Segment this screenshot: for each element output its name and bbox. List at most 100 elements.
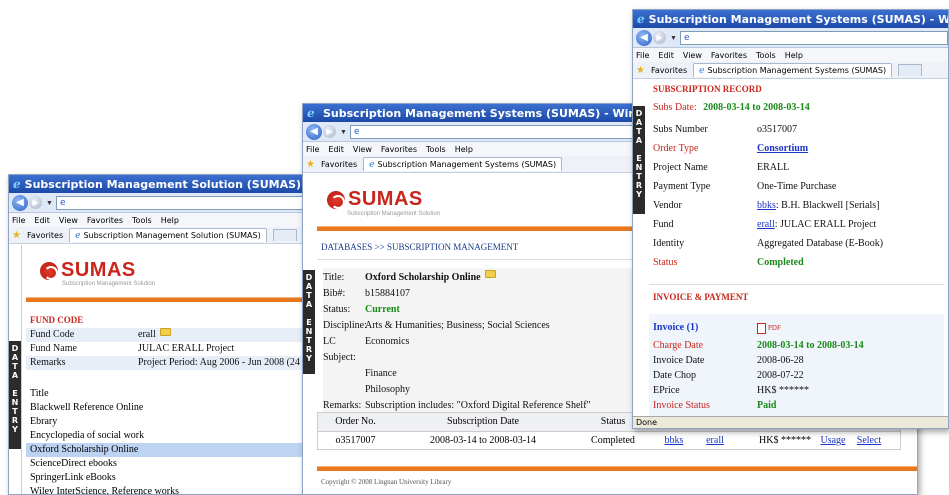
new-tab-button[interactable] — [898, 64, 923, 76]
data-entry-strip: DATAENTRY — [9, 341, 21, 449]
record-row: Vendor bbks : B.H. Blackwell [Serials] — [653, 196, 944, 215]
title-bar[interactable]: ℯ Subscription Management Systems (SUMAS… — [633, 10, 948, 28]
menu-favorites[interactable]: Favorites — [381, 145, 417, 154]
logo-subtitle: Subscription Management Solution — [347, 211, 441, 217]
menu-help[interactable]: Help — [455, 145, 473, 154]
vendor-link[interactable]: bbks — [653, 432, 695, 449]
list-item-selected[interactable]: Oxford Scholarship Online — [26, 443, 305, 457]
select-link[interactable]: Select — [851, 432, 887, 449]
invoice-link[interactable]: Invoice (1) — [653, 318, 757, 338]
section-heading: FUND CODE — [30, 315, 84, 325]
window-title: Subscription Management Systems (SUMAS) … — [648, 12, 948, 26]
address-bar[interactable]: e — [55, 195, 307, 210]
record-details: Title: Oxford Scholarship Online Bib#: b… — [323, 268, 643, 416]
menu-favorites[interactable]: Favorites — [711, 51, 747, 60]
sumas-logo-icon — [327, 190, 345, 209]
menu-help[interactable]: Help — [161, 216, 179, 225]
menu-view[interactable]: View — [353, 145, 372, 154]
vendor-link[interactable]: bbks — [757, 196, 776, 215]
menu-file[interactable]: File — [306, 145, 319, 154]
browser-tab[interactable]: ℯ Subscription Management Systems (SUMAS… — [363, 157, 563, 171]
menu-file[interactable]: File — [12, 216, 25, 225]
record-row: Status Completed — [653, 253, 944, 272]
field-label: Identity — [653, 238, 685, 249]
address-bar[interactable]: e — [679, 30, 948, 45]
forward-icon[interactable]: ▶ — [653, 31, 666, 44]
sumas-logo: SUMAS — [40, 259, 136, 282]
fund-details: Fund Code erall Fund Name JULAC ERALL Pr… — [26, 328, 307, 370]
back-icon[interactable]: ◀ — [306, 123, 322, 140]
menu-edit[interactable]: Edit — [658, 51, 674, 60]
menu-favorites[interactable]: Favorites — [87, 216, 123, 225]
menu-bar: File Edit View Favorites Tools Help — [633, 48, 948, 62]
field-value: One-Time Purchase — [757, 181, 837, 192]
list-item[interactable]: Wiley InterScience. Reference works — [26, 485, 305, 494]
history-dropdown-icon[interactable]: ▼ — [670, 34, 677, 42]
list-item[interactable]: Ebrary — [26, 415, 305, 429]
fund-row: Fund Code erall — [26, 328, 305, 342]
fund-link[interactable]: erall — [757, 215, 775, 234]
ie-icon: ℯ — [307, 106, 315, 120]
footer-divider — [317, 466, 917, 471]
favorites-button[interactable]: Favorites — [321, 160, 357, 169]
invoice-block: Invoice (1) PDF Charge Date 2008-03-14 t… — [649, 314, 944, 416]
menu-view[interactable]: View — [59, 216, 78, 225]
field-label: Invoice Date — [653, 355, 705, 366]
ie-icon: ℯ — [699, 65, 705, 76]
usage-link[interactable]: Usage — [815, 432, 851, 449]
menu-file[interactable]: File — [636, 51, 649, 60]
subscription-date: 2008-03-14 to 2008-03-14 — [429, 435, 537, 446]
subs-date-row: Subs Date: 2008-03-14 to 2008-03-14 — [653, 102, 810, 113]
column-header[interactable]: Subscription Date — [393, 413, 573, 431]
menu-view[interactable]: View — [683, 51, 702, 60]
history-dropdown-icon[interactable]: ▼ — [46, 199, 53, 207]
star-icon: ★ — [12, 229, 21, 241]
menu-help[interactable]: Help — [785, 51, 803, 60]
favorites-button[interactable]: Favorites — [651, 66, 687, 75]
menu-tools[interactable]: Tools — [756, 51, 776, 60]
menu-tools[interactable]: Tools — [426, 145, 446, 154]
field-value: 2008-06-28 — [757, 355, 804, 366]
menu-edit[interactable]: Edit — [34, 216, 50, 225]
history-dropdown-icon[interactable]: ▼ — [340, 128, 347, 136]
field-label: LC Subject: — [323, 336, 356, 363]
folder-icon[interactable] — [159, 328, 171, 336]
detail-row: Discipline: Arts & Humanities; Business;… — [323, 318, 643, 334]
folder-icon[interactable] — [484, 270, 496, 278]
menu-tools[interactable]: Tools — [132, 216, 152, 225]
list-item[interactable]: SpringerLink eBooks — [26, 471, 305, 485]
record-row: Payment Type One-Time Purchase — [653, 177, 944, 196]
detail-row: Finance — [323, 366, 643, 382]
forward-icon[interactable]: ▶ — [323, 125, 336, 138]
menu-bar: File Edit View Favorites Tools Help — [9, 213, 307, 227]
title-bar[interactable]: ℯ Subscription Management Solution (SUMA… — [9, 175, 307, 193]
order-type-link[interactable]: Consortium — [757, 139, 808, 158]
table-row[interactable]: o3517007 2008-03-14 to 2008-03-14 Comple… — [317, 432, 901, 450]
browser-tab[interactable]: ℯ Subscription Management Solution (SUMA… — [69, 228, 267, 242]
back-icon[interactable]: ◀ — [12, 194, 28, 211]
pdf-icon[interactable]: PDF — [757, 318, 781, 338]
list-item[interactable]: ScienceDirect ebooks — [26, 457, 305, 471]
forward-icon[interactable]: ▶ — [29, 196, 42, 209]
list-item[interactable]: Encyclopedia of social work — [26, 429, 305, 443]
record-row: Order Type Consortium — [653, 139, 944, 158]
fund-row: Fund Name JULAC ERALL Project — [26, 342, 305, 356]
section-heading: SUBSCRIPTION RECORD — [653, 84, 762, 94]
menu-edit[interactable]: Edit — [328, 145, 344, 154]
list-item[interactable]: Blackwell Reference Online — [26, 401, 305, 415]
field-value: : JULAC ERALL Project — [774, 219, 877, 230]
field-value: 2008-07-22 — [757, 370, 804, 381]
field-value: Oxford Scholarship Online — [365, 272, 481, 283]
field-label: Fund Name — [30, 343, 77, 354]
fund-row: Remarks Project Period: Aug 2006 - Jun 2… — [26, 356, 307, 370]
favorites-button[interactable]: Favorites — [27, 231, 63, 240]
new-tab-button[interactable] — [272, 229, 297, 241]
detail-row: LC Subject: Economics — [323, 334, 643, 366]
browser-tab[interactable]: ℯ Subscription Management Systems (SUMAS… — [693, 63, 893, 77]
column-header[interactable]: Order No. — [318, 413, 393, 431]
favorites-bar: ★ Favorites ℯ Subscription Management Sy… — [633, 62, 948, 79]
fund-link[interactable]: erall — [695, 432, 735, 449]
field-label: Subs Number — [653, 124, 708, 135]
back-icon[interactable]: ◀ — [636, 29, 652, 46]
breadcrumb[interactable]: DATABASES >> SUBSCRIPTION MANAGEMENT — [321, 242, 518, 252]
